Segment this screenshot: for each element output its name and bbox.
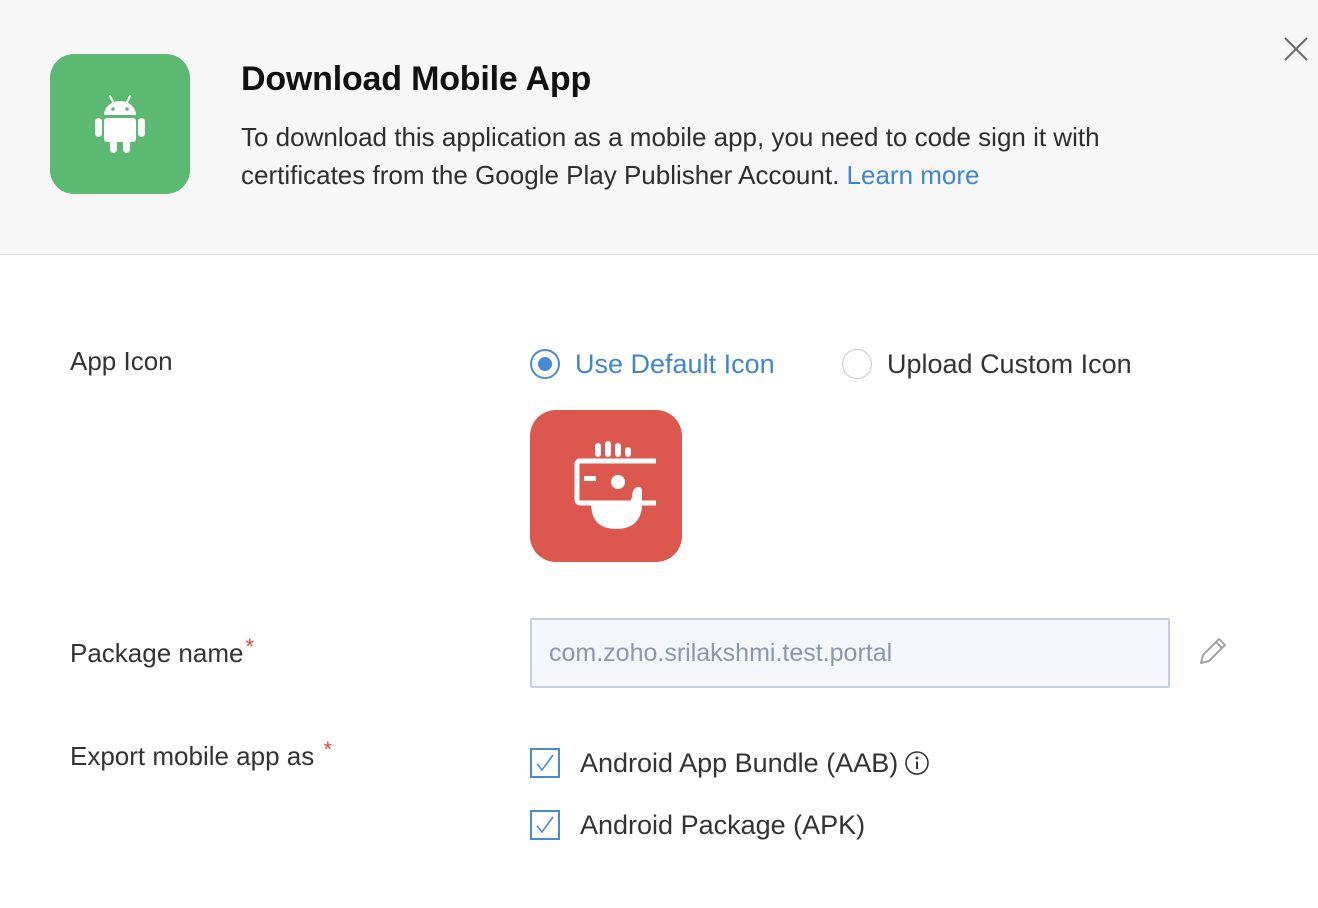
checkmark-icon <box>536 816 554 834</box>
export-as-label-text: Export mobile app as <box>70 741 315 771</box>
export-as-label: Export mobile app as * <box>70 737 332 772</box>
package-name-label-text: Package name <box>70 638 244 668</box>
radio-selected-indicator[interactable] <box>530 349 560 379</box>
radio-unselected-indicator[interactable] <box>842 349 872 379</box>
close-button[interactable] <box>1280 33 1312 65</box>
aab-checkbox-option[interactable]: Android App Bundle (AAB) <box>530 743 930 783</box>
dialog-title: Download Mobile App <box>241 60 592 98</box>
pencil-icon <box>1200 638 1226 664</box>
edit-package-button[interactable] <box>1197 635 1229 667</box>
app-icon-label-text: App Icon <box>70 346 173 376</box>
dialog-header: Download Mobile App To download this app… <box>0 0 1318 255</box>
dialog-description: To download this application as a mobile… <box>241 118 1141 194</box>
hand-holding-card-icon <box>574 441 656 529</box>
android-app-badge <box>50 54 190 194</box>
apk-label: Android Package (APK) <box>580 809 866 840</box>
aab-checkbox[interactable] <box>530 748 560 778</box>
apk-checkbox-option[interactable]: Android Package (APK) <box>530 805 865 845</box>
android-icon <box>95 95 145 153</box>
apk-checkbox[interactable] <box>530 810 560 840</box>
aab-label: Android App Bundle (AAB) <box>580 747 899 778</box>
upload-custom-icon-label: Upload Custom Icon <box>887 348 1132 379</box>
required-asterisk: * <box>323 737 333 762</box>
info-icon[interactable] <box>904 750 930 776</box>
use-default-icon-radio[interactable]: Use Default Icon <box>530 344 775 384</box>
package-name-label: Package name* <box>70 634 254 669</box>
learn-more-link[interactable]: Learn more <box>847 160 980 190</box>
required-asterisk: * <box>245 634 255 659</box>
use-default-icon-label: Use Default Icon <box>575 348 775 379</box>
package-name-input[interactable] <box>530 618 1170 688</box>
upload-custom-icon-radio[interactable]: Upload Custom Icon <box>842 344 1132 384</box>
default-app-icon-preview <box>530 410 682 562</box>
close-icon <box>1284 37 1308 61</box>
checkmark-icon <box>536 754 554 772</box>
app-icon-label: App Icon <box>70 346 173 377</box>
